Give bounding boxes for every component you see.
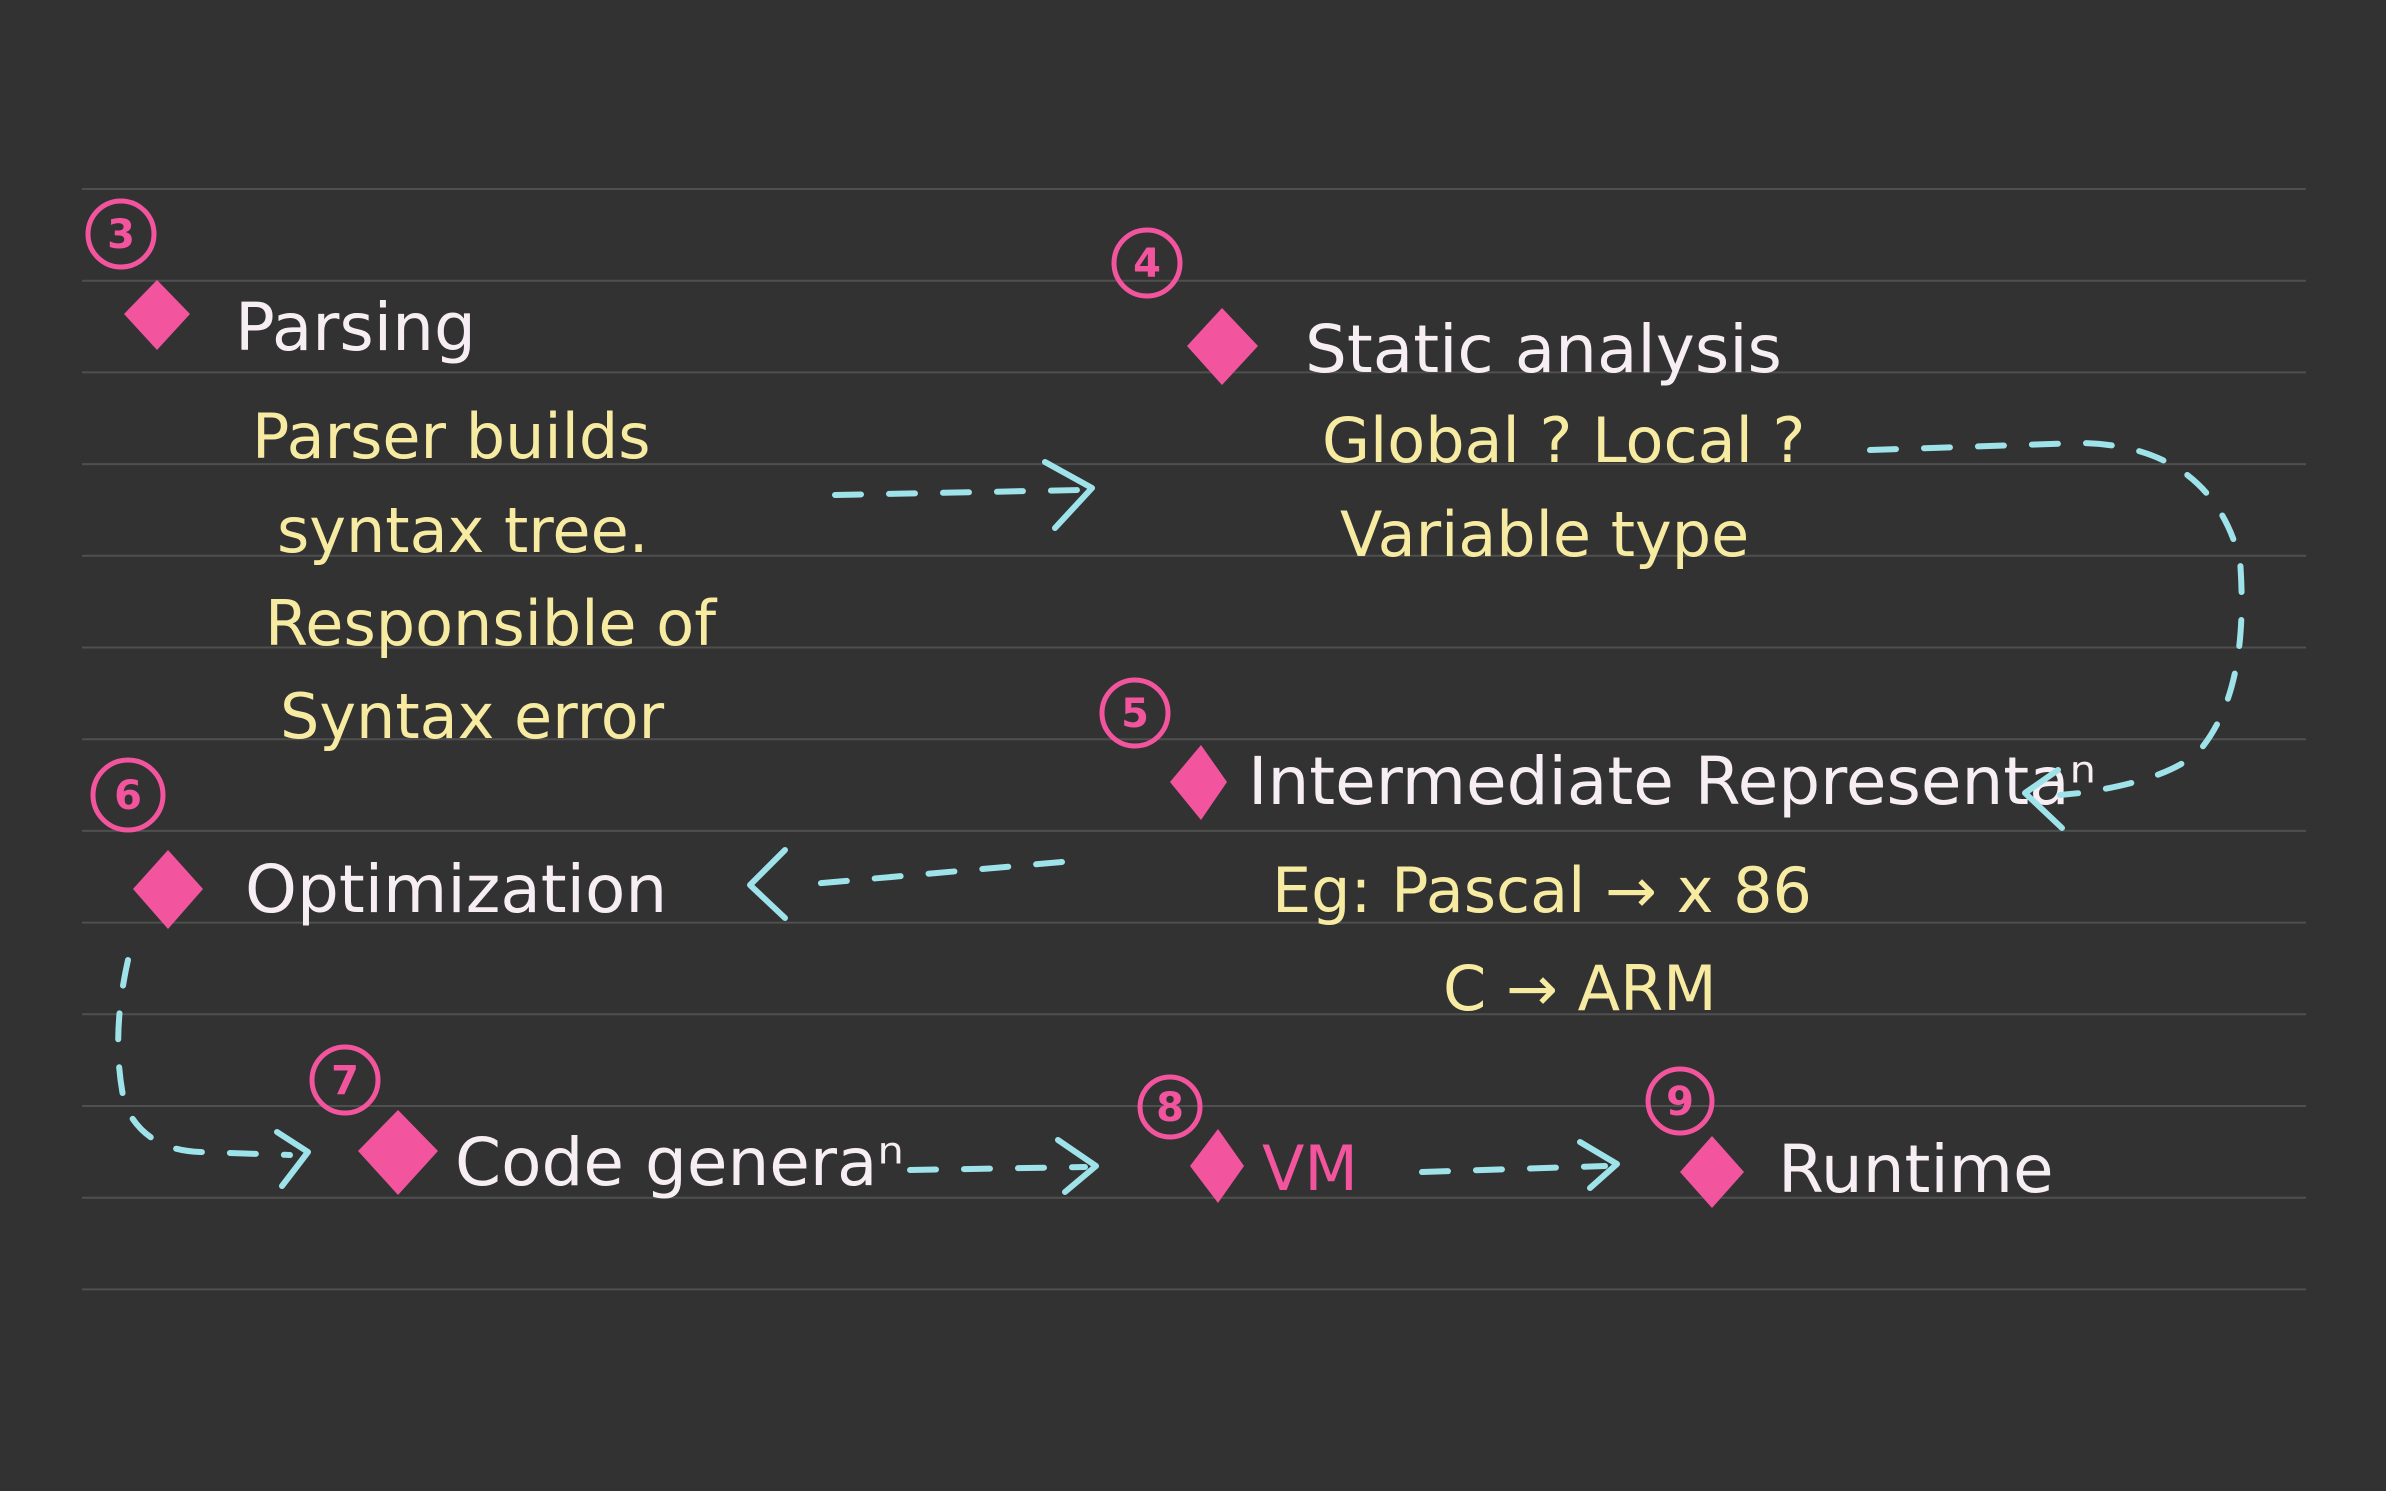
step-title: Optimization bbox=[245, 851, 667, 928]
step-parsing: 3 Parsing Parser builds syntax tree. Res… bbox=[85, 198, 718, 753]
step-badge: 9 bbox=[1645, 1066, 1715, 1136]
badge-number: 9 bbox=[1666, 1079, 1694, 1125]
step-code-generation: 7 Code generaⁿ bbox=[309, 1044, 904, 1201]
step-note: Syntax error bbox=[280, 680, 665, 753]
diamond-bullet-icon bbox=[124, 280, 190, 350]
arrow-head-icon bbox=[1042, 459, 1095, 531]
step-badge: 5 bbox=[1099, 677, 1171, 749]
step-title: VM bbox=[1262, 1132, 1358, 1205]
diamond-bullet-icon bbox=[358, 1110, 438, 1195]
step-note: syntax tree. bbox=[277, 494, 648, 567]
step-badge: 3 bbox=[85, 198, 157, 270]
badge-number: 4 bbox=[1133, 241, 1161, 287]
diamond-bullet-icon bbox=[1187, 308, 1258, 385]
arrow-head-icon bbox=[747, 847, 788, 921]
step-badge: 4 bbox=[1111, 227, 1183, 299]
step-title: Static analysis bbox=[1305, 311, 1782, 388]
badge-number: 8 bbox=[1156, 1085, 1184, 1131]
step-note: Parser builds bbox=[252, 400, 651, 473]
step-runtime: 9 Runtime bbox=[1645, 1066, 2054, 1208]
step-intermediate-representation: 5 Intermediate Representaⁿ Eg: Pascal → … bbox=[1099, 677, 2096, 1025]
step-note: Global ? Local ? bbox=[1322, 404, 1805, 477]
diamond-bullet-icon bbox=[1170, 745, 1227, 820]
step-note: C → ARM bbox=[1443, 952, 1717, 1025]
badge-number: 6 bbox=[114, 773, 142, 819]
step-title: Parsing bbox=[235, 289, 476, 366]
diamond-bullet-icon bbox=[1190, 1129, 1244, 1203]
step-title: Intermediate Representaⁿ bbox=[1248, 743, 2096, 820]
step-title: Runtime bbox=[1778, 1131, 2054, 1208]
step-note: Responsible of bbox=[265, 587, 718, 660]
arrow-vm-to-runtime bbox=[1419, 1163, 1608, 1175]
diagram-canvas: 3 Parsing Parser builds syntax tree. Res… bbox=[82, 188, 2306, 1291]
arrow-ir-to-optimization bbox=[797, 859, 1065, 888]
badge-number: 7 bbox=[331, 1058, 359, 1104]
arrow-parsing-to-static-analysis bbox=[832, 487, 1083, 498]
arrow-codegen-to-vm bbox=[907, 1164, 1088, 1173]
arrow-head-icon bbox=[274, 1129, 311, 1189]
step-optimization: 6 Optimization bbox=[90, 757, 667, 929]
step-note: Variable type bbox=[1340, 498, 1749, 571]
step-note: Eg: Pascal → x 86 bbox=[1272, 854, 1812, 927]
diamond-bullet-icon bbox=[133, 850, 203, 929]
step-badge: 7 bbox=[309, 1044, 381, 1116]
badge-number: 5 bbox=[1121, 691, 1149, 737]
badge-number: 3 bbox=[107, 212, 135, 258]
step-title: Code generaⁿ bbox=[455, 1124, 904, 1201]
step-badge: 6 bbox=[90, 757, 166, 833]
arrow-optimization-to-codegen bbox=[115, 957, 293, 1158]
step-vm: 8 VM bbox=[1137, 1074, 1358, 1205]
